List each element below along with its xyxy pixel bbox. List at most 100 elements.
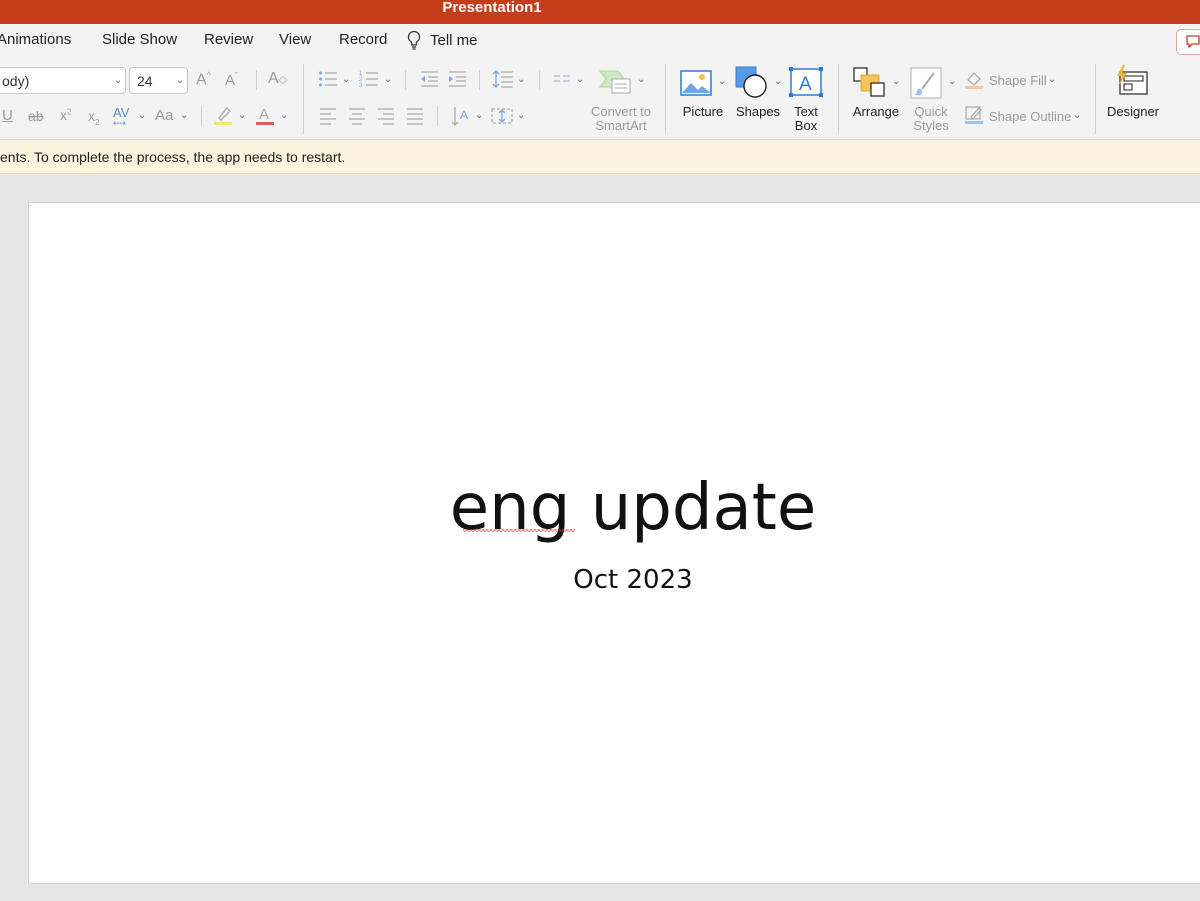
- spellcheck-underline: [463, 529, 575, 533]
- chevron-down-icon: ⌄: [475, 110, 484, 121]
- chevron-down-icon: ⌄: [637, 74, 646, 85]
- chevron-down-icon: ⌄: [892, 76, 901, 87]
- designer-icon: [1117, 65, 1148, 95]
- text-box-icon: A: [789, 67, 823, 97]
- align-left-icon[interactable]: [319, 107, 337, 125]
- increase-font-size-icon[interactable]: A^: [196, 70, 211, 89]
- font-size-dropdown[interactable]: 24 ⌄: [129, 67, 188, 94]
- clear-formatting-icon[interactable]: A◇: [268, 70, 287, 88]
- pencil-icon: [965, 106, 983, 124]
- change-case-icon[interactable]: Aa: [155, 107, 173, 124]
- increase-indent-icon[interactable]: [447, 70, 467, 88]
- chevron-down-icon: ⌄: [517, 110, 526, 121]
- designer-label: Designer: [1106, 104, 1160, 119]
- svg-text:3: 3: [359, 83, 363, 88]
- highlight-color-icon[interactable]: [213, 104, 233, 126]
- chevron-down-icon: ⌄: [718, 76, 727, 87]
- font-color-icon[interactable]: A: [255, 104, 275, 126]
- smartart-icon[interactable]: [598, 69, 632, 95]
- divider: [539, 70, 540, 90]
- font-name-dropdown[interactable]: ody) ⌄: [0, 67, 126, 94]
- chevron-down-icon: ⌄: [774, 76, 783, 87]
- convert-to-smartart-button[interactable]: Convert to SmartArt: [585, 105, 657, 133]
- align-text-icon[interactable]: [491, 106, 513, 126]
- align-center-icon[interactable]: [348, 107, 366, 125]
- align-right-icon[interactable]: [377, 107, 395, 125]
- shape-fill-label: Shape Fill: [989, 73, 1047, 88]
- line-spacing-icon[interactable]: [492, 69, 514, 89]
- quick-styles-label: Quick Styles: [906, 105, 956, 133]
- comment-icon: [1186, 35, 1200, 49]
- chevron-down-icon: ⌄: [238, 110, 247, 121]
- slide-subtitle[interactable]: Oct 2023: [29, 565, 1200, 595]
- tab-slide-show[interactable]: Slide Show: [102, 31, 177, 48]
- arrange-icon: [853, 67, 885, 97]
- strikethrough-icon[interactable]: ab: [28, 108, 44, 124]
- title-bar: Presentation1: [0, 0, 1200, 24]
- underline-icon[interactable]: U: [2, 107, 13, 124]
- chevron-down-icon: ⌄: [180, 110, 189, 121]
- divider: [838, 64, 839, 134]
- svg-text:A: A: [259, 106, 269, 123]
- ribbon-tabs: Animations Slide Show Review View Record…: [0, 24, 1200, 58]
- subscript-icon[interactable]: x2: [88, 108, 99, 127]
- character-spacing-icon[interactable]: AV ⟷: [113, 105, 129, 135]
- font-name-value: ody): [2, 73, 30, 89]
- font-size-value: 24: [137, 73, 153, 89]
- tell-me-search[interactable]: Tell me: [406, 30, 478, 50]
- chevron-down-icon: ⌄: [138, 110, 147, 121]
- text-box-label: Text Box: [786, 105, 826, 133]
- shape-outline-label: Shape Outline: [989, 109, 1072, 124]
- divider: [437, 106, 438, 126]
- shapes-label: Shapes: [735, 104, 781, 119]
- arrange-label: Arrange: [852, 104, 900, 119]
- chevron-down-icon: ⌄: [342, 74, 351, 85]
- quick-styles-label-line1: Quick: [914, 104, 948, 119]
- decrease-indent-icon[interactable]: [419, 70, 439, 88]
- chevron-down-icon: ⌄: [576, 74, 585, 85]
- chevron-down-icon: ⌄: [517, 74, 526, 85]
- svg-text:A: A: [799, 74, 812, 95]
- picture-label: Picture: [682, 104, 724, 119]
- convert-smartart-label-line2: SmartArt: [595, 118, 647, 133]
- columns-icon[interactable]: [553, 72, 571, 86]
- slide-title[interactable]: eng update: [29, 471, 1200, 545]
- bullets-icon[interactable]: [318, 70, 338, 88]
- divider: [201, 106, 202, 126]
- tab-record[interactable]: Record: [339, 31, 387, 48]
- ribbon: ody) ⌄ 24 ⌄ A^ Aˇ A◇ U ab x2 x2 AV ⟷ ⌄ Aa…: [0, 58, 1200, 140]
- chevron-down-icon: ⌄: [1073, 110, 1082, 121]
- chevron-down-icon: ⌄: [280, 110, 289, 121]
- tell-me-label: Tell me: [430, 31, 478, 49]
- tab-view[interactable]: View: [279, 31, 311, 48]
- lightbulb-icon: [407, 30, 421, 50]
- text-direction-icon[interactable]: A: [451, 105, 471, 127]
- divider: [256, 70, 257, 90]
- divider: [479, 70, 480, 90]
- chevron-down-icon: ⌄: [948, 76, 957, 87]
- chevron-down-icon: ⌄: [114, 75, 123, 86]
- divider: [303, 64, 304, 134]
- chevron-down-icon: ⌄: [176, 75, 185, 86]
- tab-review[interactable]: Review: [204, 31, 253, 48]
- slide-canvas[interactable]: eng update Oct 2023: [28, 202, 1200, 884]
- chevron-down-icon: ⌄: [1048, 74, 1057, 85]
- decrease-font-size-icon[interactable]: Aˇ: [225, 71, 238, 89]
- comments-button[interactable]: [1176, 29, 1200, 55]
- quick-styles-icon: [910, 67, 942, 99]
- picture-icon: [680, 70, 712, 96]
- text-box-label-line1: Text: [794, 104, 818, 119]
- divider: [665, 64, 666, 134]
- numbering-icon[interactable]: 123: [359, 70, 379, 88]
- notification-bar: ents. To complete the process, the app n…: [0, 140, 1200, 174]
- justify-icon[interactable]: [406, 107, 424, 125]
- text-box-label-line2: Box: [794, 118, 818, 133]
- divider: [1095, 64, 1096, 134]
- chevron-down-icon: ⌄: [384, 74, 393, 85]
- divider: [405, 70, 406, 90]
- window-title: Presentation1: [442, 0, 542, 16]
- superscript-icon[interactable]: x2: [60, 107, 71, 123]
- tab-animations[interactable]: Animations: [0, 31, 71, 48]
- paint-bucket-icon: [965, 72, 983, 89]
- quick-styles-label-line2: Styles: [913, 118, 949, 133]
